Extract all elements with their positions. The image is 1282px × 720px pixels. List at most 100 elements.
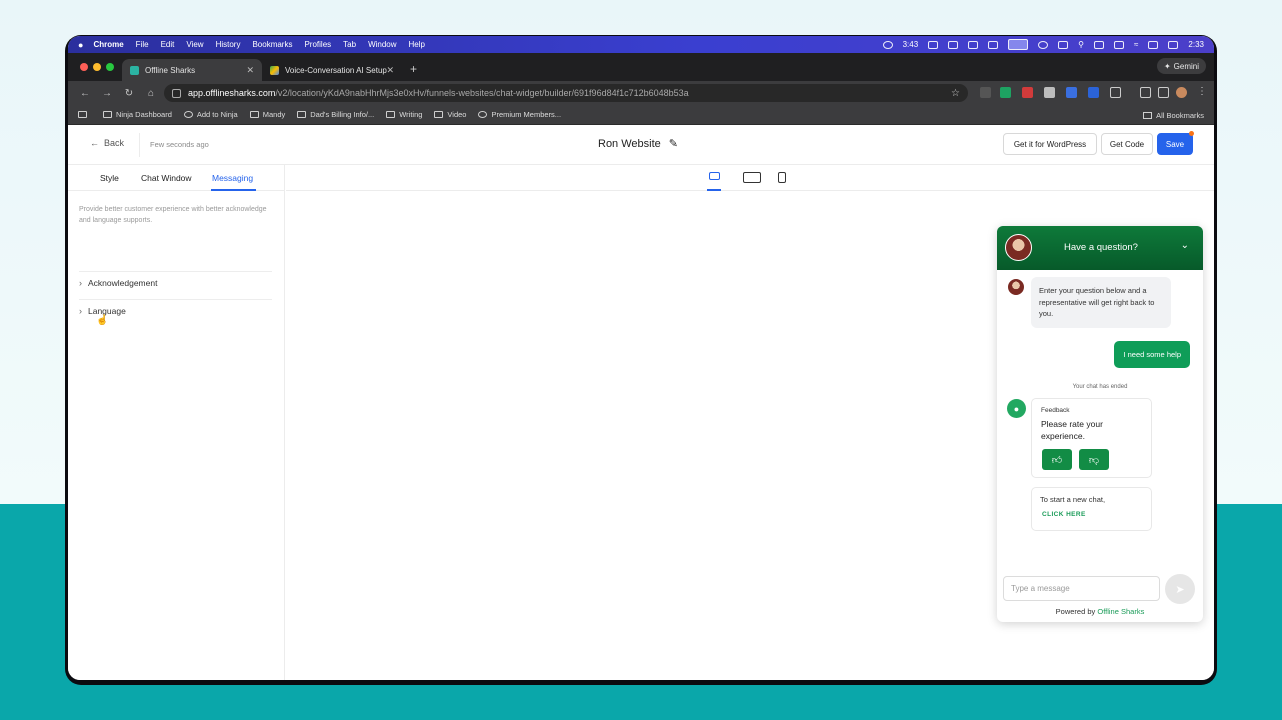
status-app-icon[interactable] bbox=[1094, 40, 1105, 49]
all-bookmarks-button[interactable]: All Bookmarks bbox=[1143, 105, 1204, 125]
home-icon[interactable]: ⌂ bbox=[140, 88, 162, 99]
apple-menu-icon[interactable]: ● bbox=[78, 40, 83, 50]
thumbs-down-icon[interactable]: 👎︎ bbox=[1079, 449, 1109, 470]
timer-readout[interactable]: 3:43 bbox=[903, 40, 919, 49]
close-window-button[interactable] bbox=[80, 63, 88, 71]
hand-cursor-icon: ☝ bbox=[96, 315, 109, 326]
accordion-acknowledgement[interactable]: › Acknowledgement bbox=[79, 271, 272, 293]
status-app-icon[interactable] bbox=[928, 40, 939, 49]
bookmark-label: Ninja Dashboard bbox=[116, 110, 172, 119]
bookmark-star-icon[interactable]: ☆ bbox=[951, 88, 960, 99]
profile-avatar[interactable] bbox=[1176, 87, 1187, 98]
divider bbox=[139, 133, 140, 157]
laptop-frame: ● Chrome File Edit View History Bookmark… bbox=[65, 35, 1217, 685]
dropbox-icon[interactable] bbox=[968, 40, 979, 49]
bookmark-mandy[interactable]: Mandy bbox=[249, 110, 285, 119]
tab-messaging[interactable]: Messaging bbox=[212, 173, 253, 183]
thumbs-up-icon[interactable]: 👍︎ bbox=[1042, 449, 1072, 470]
close-tab-icon[interactable]: ✕ bbox=[246, 65, 254, 76]
status-app-icon[interactable] bbox=[1114, 40, 1125, 49]
back-button[interactable]: ← Back bbox=[90, 138, 124, 148]
apps-grid-icon[interactable] bbox=[78, 111, 91, 118]
menu-view[interactable]: View bbox=[186, 40, 203, 49]
bookmark-add-to-ninja[interactable]: Add to Ninja bbox=[183, 110, 238, 119]
menu-bookmarks[interactable]: Bookmarks bbox=[252, 40, 292, 49]
status-app-icon[interactable] bbox=[1058, 40, 1069, 49]
extension-icon[interactable] bbox=[1000, 87, 1011, 98]
new-tab-button[interactable]: + bbox=[402, 62, 425, 81]
forward-arrow-icon[interactable]: → bbox=[96, 88, 118, 99]
desktop-view-icon[interactable] bbox=[709, 172, 720, 180]
menu-help[interactable]: Help bbox=[409, 40, 425, 49]
site-info-icon[interactable] bbox=[172, 88, 181, 98]
status-app-icon[interactable] bbox=[948, 40, 959, 49]
battery-icon[interactable] bbox=[1148, 40, 1159, 49]
tab-style[interactable]: Style bbox=[100, 173, 119, 183]
bookmark-icon bbox=[103, 111, 112, 118]
eyedropper-extension-icon[interactable] bbox=[1044, 87, 1055, 98]
menu-edit[interactable]: Edit bbox=[161, 40, 175, 49]
screen-record-icon[interactable] bbox=[1008, 39, 1029, 50]
bookmark-ninja-dashboard[interactable]: Ninja Dashboard bbox=[103, 110, 172, 119]
new-chat-card: To start a new chat, CLICK HERE bbox=[1031, 487, 1152, 531]
settings-sidebar: Style Chat Window Messaging Provide bett… bbox=[68, 165, 285, 680]
powered-by-brand[interactable]: Offline Sharks bbox=[1097, 607, 1144, 616]
address-bar[interactable]: app.offlinesharks.com /v2/location/yKdA9… bbox=[164, 84, 968, 102]
clock-readout[interactable]: 2:33 bbox=[1188, 40, 1204, 49]
status-app-icon[interactable] bbox=[1038, 40, 1049, 49]
calendar-extension-icon[interactable] bbox=[1022, 87, 1033, 98]
get-wordpress-button[interactable]: Get it for WordPress bbox=[1003, 133, 1097, 155]
bookmark-video[interactable]: Video bbox=[434, 110, 466, 119]
wifi-icon[interactable]: ≈ bbox=[1134, 40, 1138, 49]
page-title: Ron Website bbox=[598, 137, 661, 150]
side-panel-icon[interactable] bbox=[1140, 87, 1151, 98]
extension-icon[interactable] bbox=[980, 87, 991, 98]
new-chat-link[interactable]: CLICK HERE bbox=[1042, 511, 1086, 518]
extension-icon[interactable] bbox=[1088, 87, 1099, 98]
chat-widget-header[interactable]: Have a question? ⌄ bbox=[997, 226, 1203, 270]
user-message: I need some help bbox=[1114, 341, 1190, 368]
gemini-button[interactable]: ✦ Gemini bbox=[1156, 58, 1206, 74]
bookmark-writing[interactable]: Writing bbox=[386, 110, 422, 119]
bookmark-label: Add to Ninja bbox=[196, 110, 238, 119]
menu-window[interactable]: Window bbox=[368, 40, 396, 49]
extension-icon[interactable] bbox=[1066, 87, 1077, 98]
bookmark-label: Dad's Billing Info/... bbox=[310, 110, 375, 119]
extensions-puzzle-icon[interactable] bbox=[1110, 87, 1121, 98]
edit-pencil-icon[interactable]: ✎ bbox=[669, 137, 678, 150]
status-app-icon[interactable] bbox=[882, 40, 893, 49]
reload-icon[interactable]: ↻ bbox=[118, 88, 140, 99]
zoom-window-button[interactable] bbox=[106, 63, 114, 71]
bookmark-premium-members[interactable]: Premium Members... bbox=[478, 110, 561, 119]
send-icon[interactable]: ➤ bbox=[1165, 574, 1195, 604]
close-tab-icon[interactable]: ✕ bbox=[386, 65, 394, 76]
save-button[interactable]: Save bbox=[1157, 131, 1194, 155]
chevron-right-icon: › bbox=[79, 277, 82, 288]
menu-profiles[interactable]: Profiles bbox=[304, 40, 331, 49]
message-input[interactable]: Type a message bbox=[1003, 576, 1160, 601]
minimize-window-button[interactable] bbox=[93, 63, 101, 71]
spotlight-search-icon[interactable]: ⚲ bbox=[1078, 40, 1084, 49]
google-drive-favicon-icon bbox=[270, 65, 279, 75]
menu-history[interactable]: History bbox=[216, 40, 241, 49]
extension-icon[interactable] bbox=[1158, 87, 1169, 98]
powered-by: Powered by Offline Sharks bbox=[997, 607, 1203, 616]
chevron-down-icon[interactable]: ⌄ bbox=[1181, 240, 1189, 251]
back-arrow-icon[interactable]: ← bbox=[74, 88, 96, 99]
menu-file[interactable]: File bbox=[136, 40, 149, 49]
save-status: Few seconds ago bbox=[150, 140, 209, 149]
tablet-view-icon[interactable] bbox=[743, 172, 761, 183]
agent-avatar bbox=[1005, 234, 1032, 261]
browser-toolbar: ← → ↻ ⌂ app.offlinesharks.com /v2/locati… bbox=[68, 81, 1214, 105]
control-center-icon[interactable] bbox=[1168, 40, 1179, 49]
menu-tab[interactable]: Tab bbox=[343, 40, 356, 49]
status-app-icon[interactable] bbox=[988, 40, 999, 49]
bookmark-dads-billing[interactable]: Dad's Billing Info/... bbox=[297, 110, 374, 119]
menu-chrome[interactable]: Chrome bbox=[93, 40, 123, 49]
tab-chat-window[interactable]: Chat Window bbox=[141, 173, 192, 183]
mobile-view-icon[interactable] bbox=[778, 172, 786, 183]
kebab-menu-icon[interactable]: ⋮ bbox=[1197, 86, 1207, 97]
tab-voice-conversation[interactable]: Voice-Conversation AI Setup ✕ bbox=[262, 59, 402, 81]
tab-offline-sharks[interactable]: Offline Sharks ✕ bbox=[122, 59, 262, 81]
get-code-button[interactable]: Get Code bbox=[1101, 133, 1153, 155]
